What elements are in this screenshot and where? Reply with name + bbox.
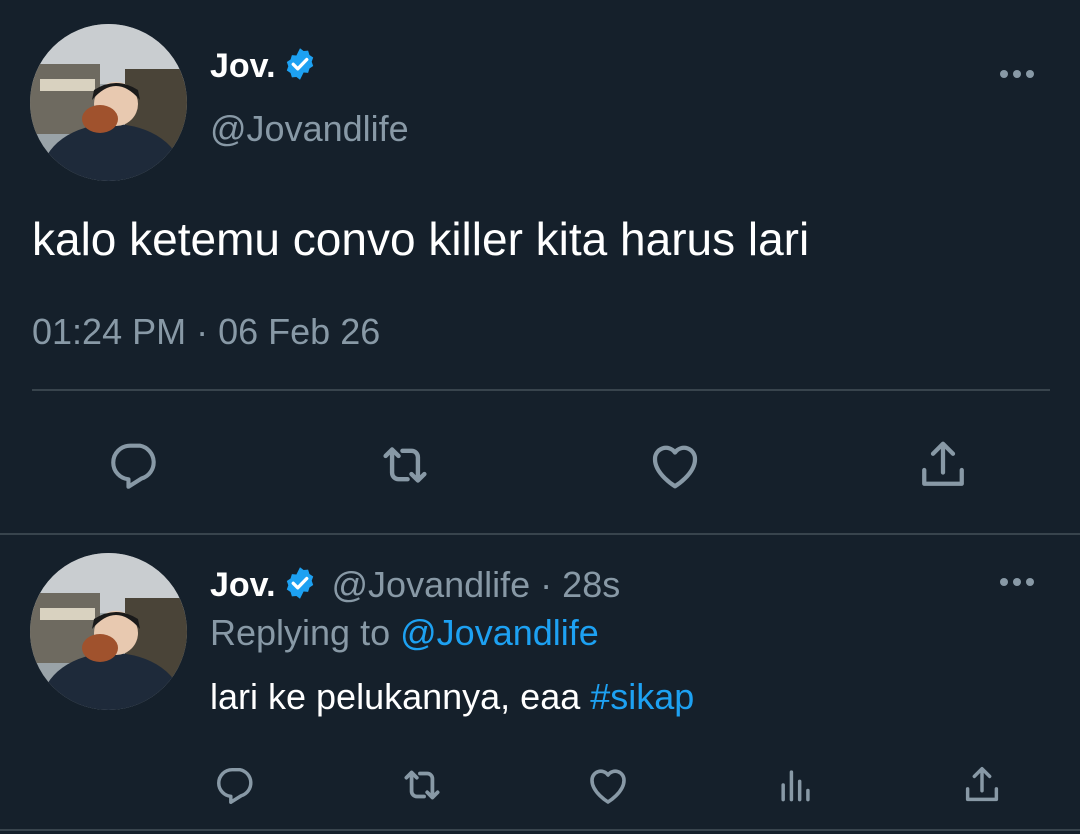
avatar[interactable] <box>30 24 187 181</box>
replying-handle-link[interactable]: @Jovandlife <box>400 612 599 653</box>
reply-text: lari ke pelukannya, eaa #sikap <box>210 676 694 718</box>
tweet-text: kalo ketemu convo killer kita harus lari <box>32 213 810 265</box>
reply-button[interactable] <box>100 432 170 498</box>
like-icon <box>590 769 626 804</box>
reply-analytics-button[interactable] <box>768 760 824 810</box>
timestamp-separator: · <box>196 311 209 352</box>
analytics-icon <box>781 770 810 802</box>
like-icon <box>652 445 698 489</box>
tweet-time: 01:24 PM <box>32 311 187 352</box>
reply-like-button[interactable] <box>580 760 636 810</box>
share-icon <box>922 441 964 486</box>
reply-author-row: Jov. @Jovandlife · 28s <box>210 564 620 606</box>
handle[interactable]: @Jovandlife <box>210 108 409 150</box>
verified-badge-icon <box>282 565 318 606</box>
reply-icon <box>217 767 253 804</box>
reply-separator: · <box>540 564 553 605</box>
share-icon <box>965 766 999 802</box>
reply-display-name[interactable]: Jov. <box>210 566 276 605</box>
verified-badge-icon <box>282 46 318 87</box>
share-button[interactable] <box>908 432 978 498</box>
reply-time-ago[interactable]: 28s <box>562 564 620 606</box>
reply-more-options-icon[interactable] <box>1000 578 1034 586</box>
reply-retweet-button[interactable] <box>394 760 450 810</box>
divider <box>32 389 1050 391</box>
reply-text-body: lari ke pelukannya, eaa <box>210 676 581 717</box>
reply-avatar[interactable] <box>30 553 187 710</box>
retweet-icon <box>404 770 440 800</box>
author-name-row: Jov. <box>210 46 318 87</box>
tweet-timestamp[interactable]: 01:24 PM · 06 Feb 26 <box>32 311 380 353</box>
avatar-photo <box>30 24 187 181</box>
avatar-photo <box>30 553 187 710</box>
tweet-date: 06 Feb 26 <box>218 311 381 352</box>
replying-to: Replying to @Jovandlife <box>210 612 599 654</box>
replying-label: Replying to <box>210 612 391 653</box>
reply-reply-button[interactable] <box>208 760 264 810</box>
display-name[interactable]: Jov. <box>210 47 276 86</box>
bottom-divider <box>0 829 1080 831</box>
more-options-icon[interactable] <box>1000 70 1034 78</box>
reply-handle[interactable]: @Jovandlife <box>332 564 531 606</box>
like-button[interactable] <box>640 432 710 498</box>
hashtag-link[interactable]: #sikap <box>590 676 694 717</box>
reply-share-button[interactable] <box>954 760 1010 810</box>
reply-icon <box>111 443 156 489</box>
retweet-icon <box>383 447 427 483</box>
section-divider <box>0 533 1080 535</box>
retweet-button[interactable] <box>370 432 440 498</box>
